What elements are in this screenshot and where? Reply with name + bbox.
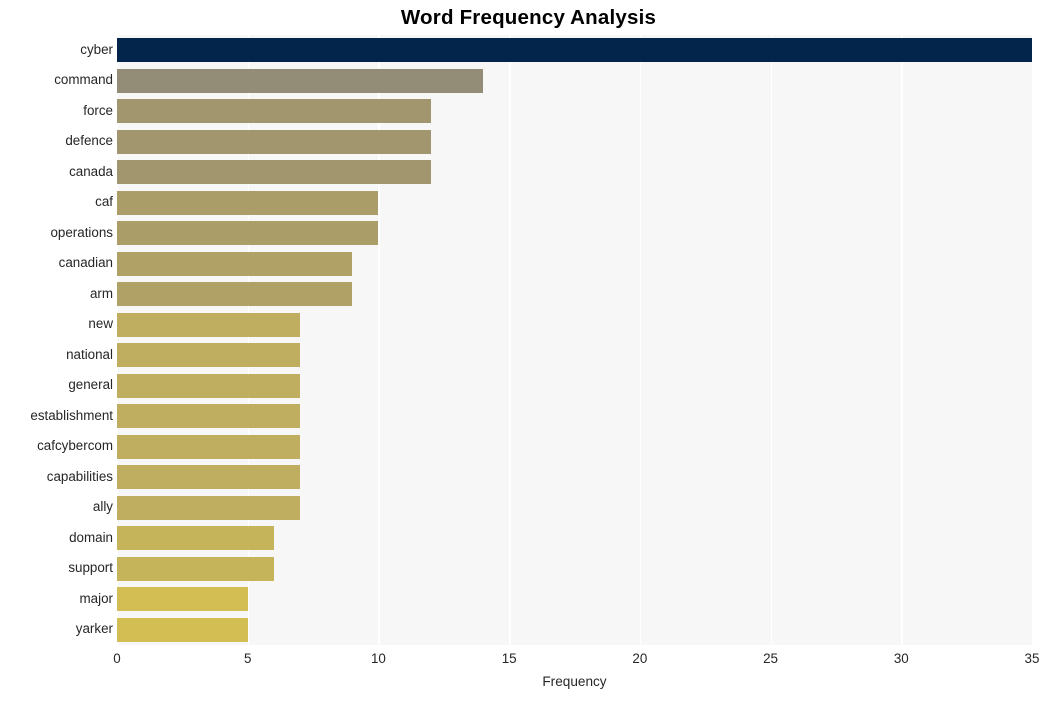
bar-yarker[interactable]: [117, 617, 248, 642]
bar-cafcybercom[interactable]: [117, 434, 300, 459]
bar-force[interactable]: [117, 99, 431, 124]
x-tick-label-20: 20: [632, 651, 648, 666]
bar-row: [117, 587, 1032, 612]
x-tick-label-30: 30: [893, 651, 909, 666]
bar-row: [117, 68, 1032, 93]
y-axis-tick-labels: cyber command force defence canada caf operati…: [0, 35, 113, 645]
y-tick-label-caf: caf: [95, 194, 113, 210]
bar-row: [117, 251, 1032, 276]
y-tick-label-canada: canada: [69, 163, 113, 179]
bar-new[interactable]: [117, 312, 300, 337]
x-tick-label-0: 0: [113, 651, 121, 666]
y-tick-label-arm: arm: [89, 285, 113, 301]
y-tick-label-cyber: cyber: [80, 41, 113, 57]
plot-area: [117, 35, 1034, 645]
bar-major[interactable]: [117, 587, 248, 612]
bar-row: [117, 38, 1032, 63]
y-tick-label-operations: operations: [50, 224, 113, 240]
y-tick-label-command: command: [54, 72, 113, 88]
bar-row: [117, 617, 1032, 642]
y-tick-label-support: support: [68, 560, 113, 576]
bar-row: [117, 190, 1032, 215]
bar-row: [117, 129, 1032, 154]
bar-row: [117, 343, 1032, 368]
bar-row: [117, 495, 1032, 520]
bar-cyber[interactable]: [117, 38, 1032, 63]
y-tick-label-force: force: [83, 102, 113, 118]
x-tick-label-25: 25: [763, 651, 779, 666]
y-tick-label-general: general: [68, 377, 113, 393]
bar-row: [117, 160, 1032, 185]
bar-row: [117, 373, 1032, 398]
bar-row: [117, 434, 1032, 459]
bar-arm[interactable]: [117, 282, 353, 307]
bar-domain[interactable]: [117, 526, 274, 551]
y-tick-label-defence: defence: [65, 133, 113, 149]
bar-canadian[interactable]: [117, 251, 353, 276]
y-tick-label-domain: domain: [69, 529, 113, 545]
bar-command[interactable]: [117, 68, 483, 93]
x-tick-label-35: 35: [1024, 651, 1040, 666]
bar-capabilities[interactable]: [117, 465, 300, 490]
bar-operations[interactable]: [117, 221, 379, 246]
bar-national[interactable]: [117, 343, 300, 368]
bar-row: [117, 556, 1032, 581]
bars-container: [117, 35, 1032, 645]
bar-general[interactable]: [117, 373, 300, 398]
y-tick-label-capabilities: capabilities: [46, 468, 113, 484]
bar-canada[interactable]: [117, 160, 431, 185]
x-axis-title: Frequency: [542, 674, 607, 689]
bar-row: [117, 99, 1032, 124]
gridline-x-35: [1032, 35, 1034, 645]
bar-ally[interactable]: [117, 495, 300, 520]
bar-row: [117, 312, 1032, 337]
x-axis-tick-labels: 0 5 10 15 20 25 30 35: [0, 651, 1057, 673]
x-tick-label-15: 15: [501, 651, 517, 666]
bar-row: [117, 404, 1032, 429]
bar-row: [117, 526, 1032, 551]
x-tick-label-10: 10: [370, 651, 386, 666]
bar-support[interactable]: [117, 556, 274, 581]
y-tick-label-cafcybercom: cafcybercom: [37, 438, 113, 454]
y-tick-label-new: new: [88, 316, 113, 332]
bar-establishment[interactable]: [117, 404, 300, 429]
y-tick-label-establishment: establishment: [30, 407, 113, 423]
bar-defence[interactable]: [117, 129, 431, 154]
x-tick-label-5: 5: [243, 651, 252, 666]
y-tick-label-national: national: [66, 346, 113, 362]
bar-caf[interactable]: [117, 190, 379, 215]
y-tick-label-major: major: [79, 590, 113, 606]
y-tick-label-canadian: canadian: [58, 255, 113, 271]
y-tick-label-yarker: yarker: [75, 621, 113, 637]
bar-row: [117, 221, 1032, 246]
y-tick-label-ally: ally: [92, 499, 113, 515]
bar-row: [117, 465, 1032, 490]
chart-title: Word Frequency Analysis: [400, 6, 657, 29]
word-frequency-bar-chart: Word Frequency Analysis cyber command forc…: [0, 0, 1057, 701]
bar-row: [117, 282, 1032, 307]
